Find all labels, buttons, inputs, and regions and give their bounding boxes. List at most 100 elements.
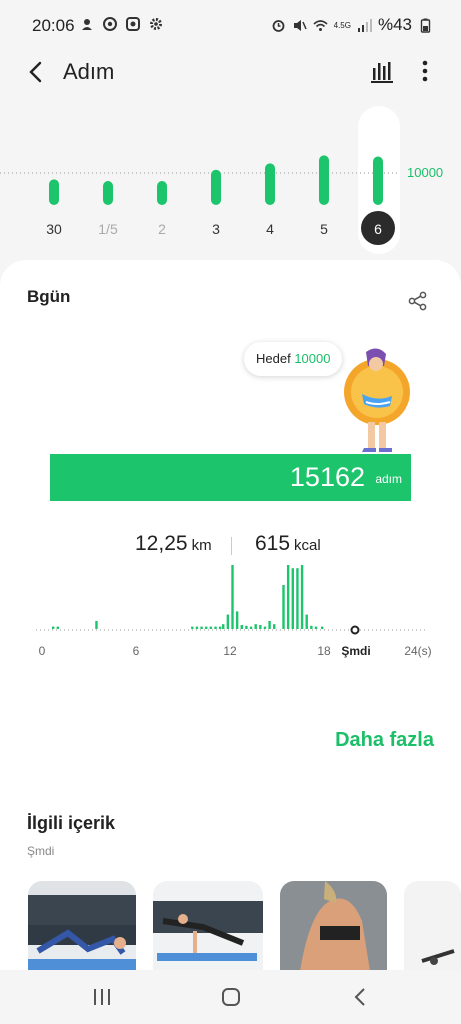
hourly-steps-chart: 0 6 12 18 Şmdi 24(s) xyxy=(0,565,461,715)
steps-unit: adım xyxy=(375,472,402,486)
settings-icon xyxy=(150,18,162,30)
card-title: Bgün xyxy=(27,287,71,306)
distance-unit: km xyxy=(191,537,212,554)
hourly-tick-label: 6 xyxy=(133,644,140,658)
goal-bubble: Hedef 10000 xyxy=(244,342,343,376)
hourly-chart-svg: 0 6 12 18 Şmdi 24(s) xyxy=(36,565,432,658)
home-icon[interactable] xyxy=(220,986,242,1008)
distance-value: 12,25 xyxy=(135,532,188,555)
hourly-bar xyxy=(254,624,257,629)
hourly-bar xyxy=(195,626,199,629)
steps-value: 15162 xyxy=(289,462,365,492)
hourly-bar xyxy=(268,621,271,629)
page-title: Adım xyxy=(63,59,115,84)
daily-steps-chart: 9301/523456 10000 xyxy=(0,100,461,260)
day-label[interactable]: 1/5 xyxy=(98,221,118,237)
system-icons: 4.5G %43 xyxy=(271,15,433,35)
hourly-bar xyxy=(273,624,276,629)
hourly-bar xyxy=(191,626,194,629)
goal-prefix: Hedef xyxy=(256,351,291,366)
hourly-tick-label: Şmdi xyxy=(341,644,370,658)
kcal-value: 615 xyxy=(255,532,291,555)
back-nav-icon[interactable] xyxy=(350,986,372,1008)
hourly-bar xyxy=(263,626,267,629)
hourly-tick-label: 0 xyxy=(39,644,46,658)
chrome-icon xyxy=(103,17,117,31)
day-bar[interactable] xyxy=(49,179,59,205)
app-header: Adım xyxy=(0,52,461,92)
hourly-bar xyxy=(218,626,222,629)
hourly-bar xyxy=(310,625,313,629)
app-icon xyxy=(126,17,140,31)
workout-thumbnail[interactable] xyxy=(280,881,387,971)
hourly-bar xyxy=(282,585,285,629)
back-button[interactable] xyxy=(22,58,50,86)
hourly-bar xyxy=(314,626,318,629)
related-content-list xyxy=(28,881,461,971)
hourly-bar xyxy=(259,625,262,629)
hourly-bar xyxy=(205,626,208,629)
kcal-unit: kcal xyxy=(294,537,321,554)
hourly-bar xyxy=(291,568,294,629)
status-time: 20:06 xyxy=(32,16,75,35)
hourly-bar xyxy=(214,626,217,629)
more-link[interactable]: Daha fazla xyxy=(335,729,434,752)
signal-icon xyxy=(357,18,372,32)
battery-icon xyxy=(420,18,431,33)
stats-row: 12,25 km 615 kcal xyxy=(0,532,461,562)
hourly-bar xyxy=(209,626,213,629)
day-label[interactable]: 5 xyxy=(320,221,328,237)
recent-apps-icon[interactable] xyxy=(91,986,113,1008)
workout-thumbnail[interactable] xyxy=(404,881,461,971)
hourly-bar xyxy=(51,626,55,629)
day-bar[interactable] xyxy=(157,181,167,205)
workout-thumbnail[interactable] xyxy=(153,881,263,971)
network-type-label: 4.5G xyxy=(333,20,351,30)
hourly-tick-label: 24(s) xyxy=(404,644,431,658)
hourly-bar xyxy=(226,614,230,629)
daily-chart-svg: 9301/523456 xyxy=(0,106,400,254)
more-options-icon[interactable] xyxy=(414,58,436,84)
battery-level: %43 xyxy=(377,15,412,34)
hourly-bar xyxy=(95,621,98,629)
hourly-tick-label: 18 xyxy=(317,644,331,658)
alarm-icon xyxy=(272,19,285,32)
hourly-bar xyxy=(222,624,225,629)
notification-icons xyxy=(80,17,163,31)
now-marker xyxy=(350,625,360,635)
distance-stat: 12,25 km xyxy=(135,532,212,556)
day-label[interactable]: 6 xyxy=(374,221,382,237)
navigation-bar xyxy=(0,970,461,1024)
day-label[interactable]: 3 xyxy=(212,221,220,237)
day-bar[interactable] xyxy=(265,163,275,205)
goal-label: 10000 xyxy=(407,165,444,180)
hourly-bar xyxy=(300,565,304,629)
steps-progress-bar: 15162 adım xyxy=(50,454,411,501)
hourly-bar xyxy=(240,625,243,629)
hourly-bar xyxy=(249,626,253,629)
hourly-bar xyxy=(286,565,290,629)
day-bar[interactable] xyxy=(373,156,383,205)
day-bar[interactable] xyxy=(211,169,221,205)
hourly-bar xyxy=(296,568,299,629)
day-bar[interactable] xyxy=(319,155,329,205)
achievement-mascot-icon xyxy=(344,348,410,452)
goal-value: 10000 xyxy=(294,351,331,366)
related-title: İlgili içerik xyxy=(27,813,116,833)
workout-thumbnail[interactable] xyxy=(28,881,136,971)
hourly-bar xyxy=(231,565,234,629)
kcal-stat: 615 kcal xyxy=(255,532,321,556)
day-label[interactable]: 2 xyxy=(158,221,166,237)
day-label[interactable]: 30 xyxy=(46,221,62,237)
day-bar[interactable] xyxy=(103,181,113,205)
hourly-bar xyxy=(235,611,239,629)
bar-chart-icon[interactable] xyxy=(369,58,395,84)
stat-divider xyxy=(231,537,232,555)
day-label[interactable]: 4 xyxy=(266,221,274,237)
share-icon[interactable] xyxy=(407,290,429,312)
notification-icon xyxy=(82,19,92,30)
status-bar: 20:06 4.5G %43 xyxy=(0,0,461,52)
hourly-bar xyxy=(245,625,248,629)
wifi-icon xyxy=(313,19,328,31)
hourly-bar xyxy=(320,626,324,629)
